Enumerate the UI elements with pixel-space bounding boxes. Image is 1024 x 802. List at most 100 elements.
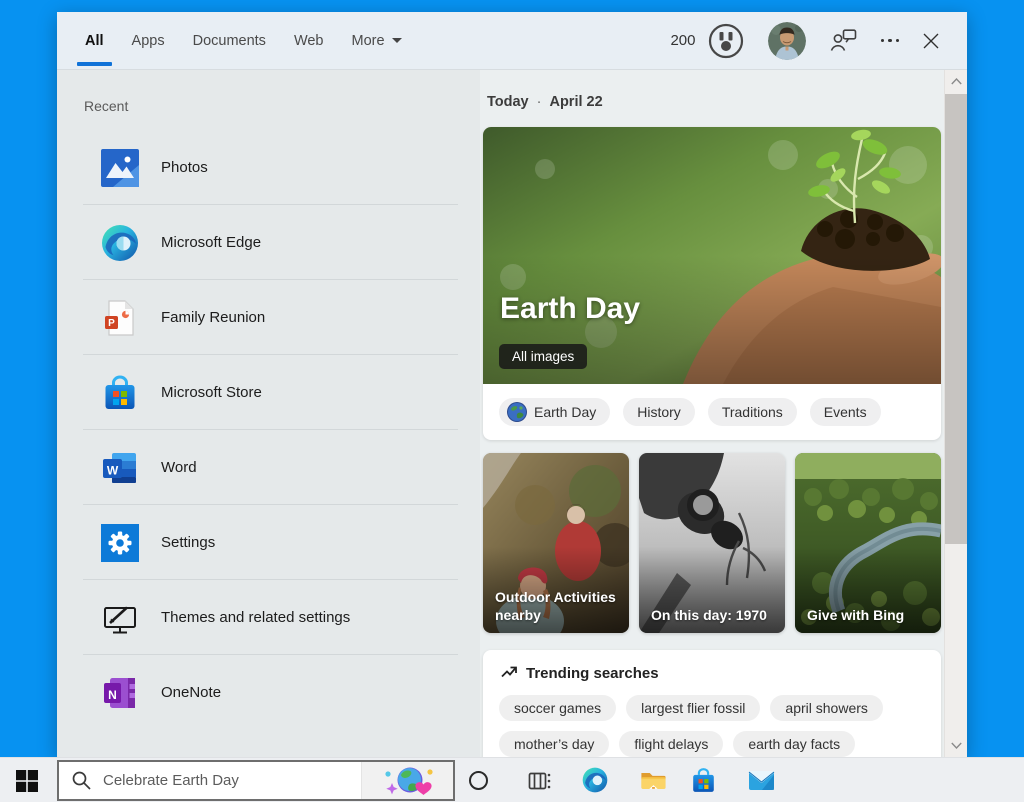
trending-searches-card: Trending searches soccer games largest f… — [483, 650, 941, 757]
recent-item-store[interactable]: Microsoft Store — [57, 355, 480, 430]
trending-chip[interactable]: largest flier fossil — [626, 695, 760, 721]
svg-text:P: P — [108, 318, 115, 329]
card-on-this-day[interactable]: On this day: 1970 — [639, 453, 785, 633]
card-outdoor-activities[interactable]: Outdoor Activities nearby — [483, 453, 629, 633]
earth-day-card[interactable]: Earth Day All images — [483, 127, 941, 440]
search-input[interactable] — [103, 772, 361, 789]
tab-documents[interactable]: Documents — [179, 12, 280, 69]
user-avatar[interactable] — [768, 22, 806, 60]
card-label: On this day: 1970 — [651, 607, 777, 625]
recent-item-settings[interactable]: Settings — [57, 505, 480, 580]
trending-chip-label: largest flier fossil — [641, 700, 745, 716]
search-icon — [72, 771, 91, 790]
earth-day-hero-image[interactable]: Earth Day All images — [483, 127, 941, 384]
edge-taskbar-icon[interactable] — [582, 767, 608, 798]
mail-icon[interactable] — [748, 769, 775, 796]
trending-chip[interactable]: mother’s day — [499, 731, 609, 757]
scrollbar-down-button[interactable] — [945, 734, 967, 757]
svg-text:W: W — [107, 463, 119, 477]
feedback-icon[interactable] — [830, 29, 857, 52]
trending-chip-label: flight delays — [634, 736, 708, 752]
cortana-icon[interactable] — [469, 771, 488, 790]
tab-bar: All Apps Documents Web More 200 — [57, 12, 967, 70]
recent-item-family-reunion[interactable]: P Family Reunion — [57, 280, 480, 355]
trending-chip[interactable]: earth day facts — [733, 731, 855, 757]
chip-history[interactable]: History — [623, 398, 695, 426]
close-icon[interactable] — [923, 33, 939, 49]
rewards-medal-icon[interactable] — [708, 23, 744, 59]
chip-traditions[interactable]: Traditions — [708, 398, 797, 426]
store-taskbar-icon[interactable] — [690, 767, 717, 799]
trending-chip-label: april showers — [785, 700, 867, 716]
chip-events[interactable]: Events — [810, 398, 881, 426]
chip-label: Earth Day — [534, 404, 596, 420]
recent-item-themes[interactable]: Themes and related settings — [57, 580, 480, 655]
card-give-with-bing[interactable]: Give with Bing — [795, 453, 941, 633]
trending-chip-label: mother’s day — [514, 736, 594, 752]
today-header: Today · April 22 — [487, 94, 603, 110]
microsoft-store-icon — [101, 374, 139, 412]
hero-chip-row: Earth Day History Traditions Events — [483, 384, 941, 440]
rewards-points: 200 — [670, 32, 695, 49]
trending-chip[interactable]: flight delays — [619, 731, 723, 757]
recent-list: Photos Microsoft — [57, 130, 480, 730]
recent-item-label: Word — [161, 459, 197, 476]
tab-web[interactable]: Web — [280, 12, 338, 69]
recent-item-label: Themes and related settings — [161, 609, 350, 626]
trending-chip[interactable]: soccer games — [499, 695, 616, 721]
all-images-button[interactable]: All images — [499, 344, 587, 369]
today-label: Today — [487, 94, 529, 110]
content-area: Recent Photos — [57, 70, 967, 757]
settings-gear-icon — [101, 524, 139, 562]
powerpoint-document-icon: P — [101, 299, 139, 337]
chip-earth-day[interactable]: Earth Day — [499, 398, 610, 426]
task-view-icon[interactable] — [527, 769, 551, 798]
tab-documents-label: Documents — [193, 33, 266, 49]
tab-apps-label: Apps — [132, 33, 165, 49]
trending-chip[interactable]: april showers — [770, 695, 882, 721]
dot-separator: · — [537, 94, 542, 110]
file-explorer-icon[interactable] — [640, 768, 666, 797]
vertical-scrollbar[interactable] — [944, 70, 967, 757]
globe-icon — [507, 402, 527, 422]
cards-row: Outdoor Activities nearby — [483, 453, 941, 633]
onenote-icon: N — [101, 674, 139, 712]
trending-chip-label: earth day facts — [748, 736, 840, 752]
recent-item-label: OneNote — [161, 684, 221, 701]
trending-chip-label: soccer games — [514, 700, 601, 716]
more-options-icon[interactable] — [881, 39, 900, 43]
svg-text:N: N — [108, 688, 117, 702]
tab-more[interactable]: More — [338, 12, 416, 69]
search-window: All Apps Documents Web More 200 — [57, 12, 967, 757]
recent-item-onenote[interactable]: N OneNote — [57, 655, 480, 730]
today-panel: Today · April 22 — [480, 70, 944, 757]
trending-heading: Trending searches — [526, 665, 659, 682]
chip-label: Traditions — [722, 404, 783, 420]
edge-icon — [101, 224, 139, 262]
recent-item-label: Settings — [161, 534, 215, 551]
earth-day-doodle-icon[interactable] — [361, 762, 453, 799]
recent-item-label: Microsoft Store — [161, 384, 262, 401]
tab-more-label: More — [352, 33, 385, 49]
chip-label: Events — [824, 404, 867, 420]
recent-item-label: Family Reunion — [161, 309, 265, 326]
word-icon: W — [101, 449, 139, 487]
recent-item-photos[interactable]: Photos — [57, 130, 480, 205]
tab-apps[interactable]: Apps — [118, 12, 179, 69]
recent-heading: Recent — [84, 98, 480, 114]
scrollbar-thumb[interactable] — [945, 94, 967, 544]
trending-row-2: mother’s day flight delays earth day fac… — [483, 731, 941, 757]
start-button[interactable] — [16, 770, 38, 792]
today-date: April 22 — [549, 94, 602, 110]
tab-all[interactable]: All — [71, 12, 118, 69]
tab-all-label: All — [85, 33, 104, 49]
recent-item-word[interactable]: W Word — [57, 430, 480, 505]
taskbar-search-box[interactable] — [57, 760, 455, 801]
themes-icon — [101, 599, 139, 637]
scrollbar-up-button[interactable] — [945, 70, 967, 93]
card-label: Give with Bing — [807, 607, 933, 625]
card-label: Outdoor Activities nearby — [495, 589, 621, 624]
recent-item-edge[interactable]: Microsoft Edge — [57, 205, 480, 280]
photos-app-icon — [101, 149, 139, 187]
tab-web-label: Web — [294, 33, 324, 49]
